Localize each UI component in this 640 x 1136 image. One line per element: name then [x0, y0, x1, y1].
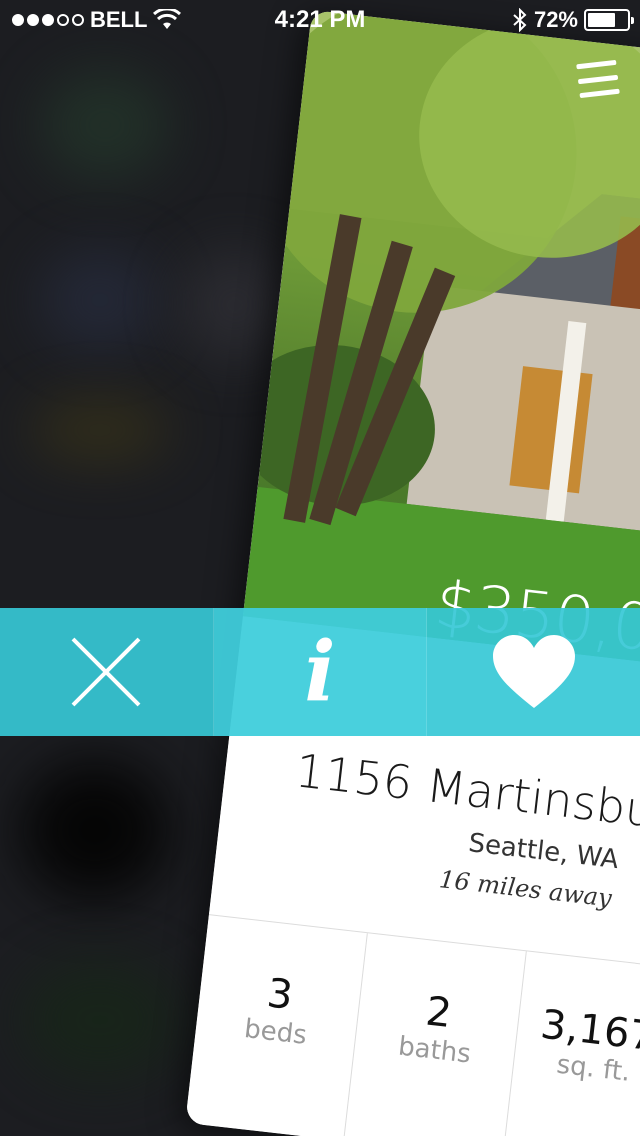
info-button[interactable]: i: [213, 608, 428, 736]
battery-icon: [584, 9, 634, 31]
hamburger-menu-icon[interactable]: [576, 59, 620, 99]
status-bar: BELL 4:21 PM 72%: [0, 0, 640, 40]
stat-baths: 2 baths: [344, 933, 527, 1136]
listing-card[interactable]: $350,000 1156 Martinsburg Seattle, WA 16…: [185, 10, 640, 1136]
like-button[interactable]: [427, 608, 640, 736]
action-bar: i: [0, 608, 640, 736]
carrier-label: BELL: [90, 7, 148, 32]
bluetooth-icon: [513, 8, 527, 32]
info-icon: i: [304, 624, 336, 720]
listing-city: Seattle, WA: [467, 828, 621, 876]
house-photo: $350,000: [242, 10, 640, 675]
listing-address: 1156 Martinsburg: [292, 743, 640, 843]
wifi-icon: [153, 9, 182, 29]
stat-sqft: 3,167 sq. ft.: [503, 951, 640, 1136]
listing-stats: 3 beds 2 baths 3,167 sq. ft.: [185, 914, 640, 1136]
close-icon: [71, 637, 141, 707]
dismiss-button[interactable]: [0, 608, 214, 736]
listing-distance: 16 miles away: [437, 865, 614, 913]
clock: 4:21 PM: [274, 6, 366, 33]
heart-icon: [492, 635, 575, 708]
signal-strength-icon: [12, 14, 84, 26]
battery-percent: 72%: [533, 7, 578, 32]
stat-beds: 3 beds: [185, 915, 368, 1136]
